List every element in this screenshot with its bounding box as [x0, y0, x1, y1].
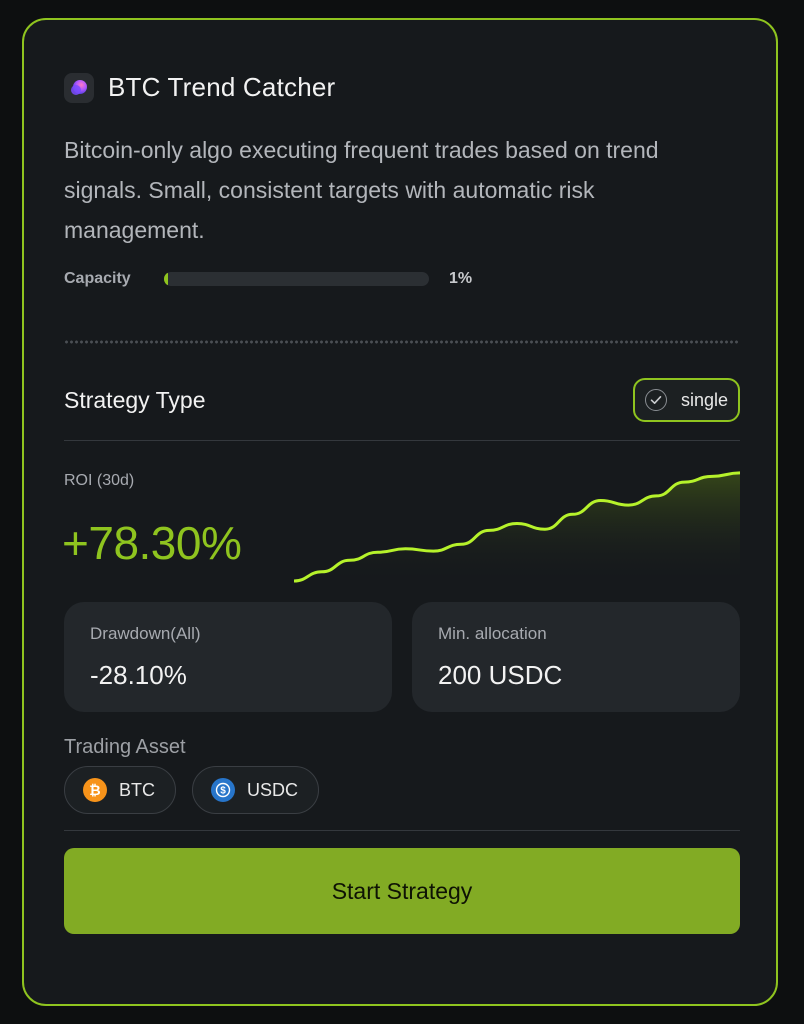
capacity-bar — [164, 272, 429, 286]
check-circle-icon — [644, 389, 667, 411]
svg-text:$: $ — [220, 786, 226, 797]
capacity-row: Capacity 1% — [64, 270, 472, 288]
capacity-label: Capacity — [64, 270, 131, 287]
strategy-type-label: Strategy Type — [64, 386, 206, 413]
drawdown-stat: Drawdown(All) -28.10% — [64, 602, 392, 712]
asset-chip-usdc[interactable]: $ USDC — [192, 766, 320, 814]
capacity-bar-fill — [164, 272, 168, 286]
roi-label: ROI (30d) — [64, 472, 135, 489]
drawdown-label: Drawdown(All) — [90, 624, 201, 643]
strategy-type-badge[interactable]: single — [632, 378, 740, 422]
strategy-card: BTC Trend Catcher Bitcoin-only algo exec… — [22, 18, 778, 1006]
strategy-type-value: single — [680, 389, 728, 410]
min-allocation-label: Min. allocation — [438, 624, 547, 643]
gradient-orb-icon — [64, 72, 94, 103]
usdc-icon: $ — [211, 778, 235, 802]
roi-chart-area — [294, 472, 740, 585]
start-strategy-button[interactable]: Start Strategy — [64, 848, 740, 934]
trading-asset-label: Trading Asset — [64, 736, 186, 758]
drawdown-value: -28.10% — [90, 660, 187, 690]
section-divider — [64, 830, 740, 831]
min-allocation-stat: Min. allocation 200 USDC — [412, 602, 740, 712]
asset-name: BTC — [119, 779, 155, 800]
min-allocation-value: 200 USDC — [438, 660, 563, 690]
roi-value: +78.30% — [62, 517, 242, 569]
dotted-divider — [64, 340, 740, 344]
roi-chart — [294, 471, 740, 585]
title-row: BTC Trend Catcher — [64, 72, 335, 103]
trading-asset-list: ₿ BTC $ USDC — [64, 766, 335, 814]
asset-name: USDC — [247, 779, 299, 800]
capacity-percent: 1% — [449, 270, 473, 287]
asset-chip-btc[interactable]: ₿ BTC — [64, 766, 176, 814]
strategy-description: Bitcoin-only algo executing frequent tra… — [64, 137, 659, 243]
section-divider — [64, 440, 740, 441]
strategy-type-row: Strategy Type single — [64, 376, 740, 424]
bitcoin-icon: ₿ — [83, 778, 107, 802]
strategy-title: BTC Trend Catcher — [108, 72, 336, 102]
